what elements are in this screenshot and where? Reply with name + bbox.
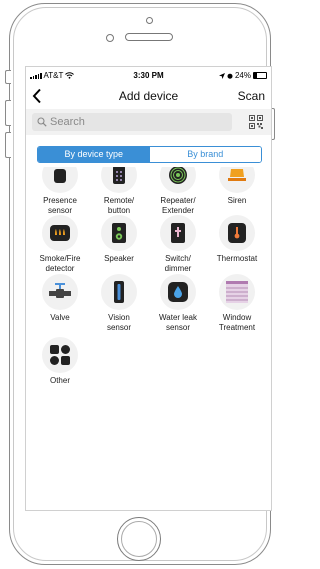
icon-circle	[42, 167, 78, 193]
device-label: Smoke/Fire detector	[39, 254, 81, 273]
device-item-thermostat[interactable]: Thermostat	[207, 215, 267, 264]
smoke-detector-icon	[50, 225, 70, 241]
volume-up-button	[5, 100, 11, 126]
icon-circle	[160, 167, 196, 193]
remote-icon	[113, 167, 125, 184]
device-label: Vision sensor	[106, 313, 131, 332]
status-right: 24%	[218, 71, 267, 80]
device-filter-segmented-control: By device type By brand	[37, 146, 262, 163]
water-leak-icon	[168, 282, 188, 302]
segment-by-brand[interactable]: By brand	[149, 147, 261, 162]
device-label: Remote/ button	[103, 196, 135, 215]
battery-icon	[253, 72, 267, 79]
search-box[interactable]	[32, 113, 232, 131]
device-label: Speaker	[104, 254, 134, 263]
qr-code-icon[interactable]	[249, 115, 263, 129]
front-camera	[106, 34, 114, 42]
icon-circle	[160, 215, 196, 251]
device-item-valve[interactable]: Valve	[30, 274, 90, 323]
thermostat-icon	[228, 223, 246, 243]
repeater-icon	[169, 167, 187, 184]
icon-circle	[219, 215, 255, 251]
device-item-vision-sensor[interactable]: Vision sensor	[89, 274, 149, 333]
navigation-bar: Add device Scan	[26, 85, 271, 107]
location-arrow-icon	[218, 72, 225, 79]
icon-circle	[42, 337, 78, 373]
app-screen: AT&T 3:30 PM 24% Add device Scan Search …	[25, 66, 272, 511]
search-icon	[37, 117, 47, 127]
device-label: Thermostat	[216, 254, 258, 263]
segment-by-device-type[interactable]: By device type	[38, 147, 150, 162]
device-label: Repeater/ Extender	[160, 196, 196, 215]
vision-sensor-icon	[114, 281, 124, 303]
search-bar-row	[26, 109, 271, 135]
volume-down-button	[5, 132, 11, 158]
device-item-switch-dimmer[interactable]: Switch/ dimmer	[148, 215, 208, 274]
device-label: Switch/ dimmer	[164, 254, 192, 273]
icon-circle	[101, 167, 137, 193]
home-button-ring	[121, 521, 157, 557]
status-bar: AT&T 3:30 PM 24%	[26, 67, 271, 83]
device-item-smoke-fire-detector[interactable]: Smoke/Fire detector	[30, 215, 90, 274]
speaker-icon	[112, 223, 126, 243]
device-item-water-leak-sensor[interactable]: Water leak sensor	[148, 274, 208, 333]
device-label: Water leak sensor	[159, 313, 197, 332]
alarm-icon	[227, 73, 233, 79]
device-item-remote-button[interactable]: Remote/ button	[89, 167, 149, 216]
other-grid-icon	[50, 345, 70, 365]
siren-icon	[228, 169, 246, 181]
mute-switch	[5, 70, 11, 84]
device-item-repeater-extender[interactable]: Repeater/ Extender	[148, 167, 208, 216]
sensor-dot	[146, 17, 153, 24]
device-item-speaker[interactable]: Speaker	[89, 215, 149, 264]
scan-button[interactable]: Scan	[238, 89, 265, 103]
icon-circle	[219, 274, 255, 310]
icon-circle	[42, 274, 78, 310]
page-title: Add device	[118, 89, 179, 103]
device-item-window-treatment[interactable]: Window Treatment	[207, 274, 267, 333]
device-label: Other	[49, 376, 70, 385]
home-button[interactable]	[117, 517, 161, 561]
device-item-other[interactable]: Other	[30, 337, 90, 386]
device-label: Siren	[227, 196, 247, 205]
device-item-siren[interactable]: Siren	[207, 167, 267, 206]
icon-circle	[101, 215, 137, 251]
device-item-presence-sensor[interactable]: Presence sensor	[30, 167, 90, 216]
icon-circle	[160, 274, 196, 310]
device-label: Presence sensor	[43, 196, 77, 215]
icon-circle	[219, 167, 255, 193]
presence-sensor-icon	[54, 169, 66, 183]
device-label: Valve	[50, 313, 70, 322]
earpiece-speaker	[125, 33, 173, 41]
window-treatment-icon	[226, 281, 248, 303]
device-type-grid: Presence sensor Remote/ button Repeater/…	[26, 167, 271, 510]
search-input[interactable]	[50, 113, 225, 131]
icon-circle	[42, 215, 78, 251]
battery-percent: 24%	[234, 71, 251, 80]
device-label: Window Treatment	[218, 313, 256, 332]
valve-icon	[49, 283, 71, 298]
icon-circle	[101, 274, 137, 310]
switch-icon	[171, 223, 185, 243]
